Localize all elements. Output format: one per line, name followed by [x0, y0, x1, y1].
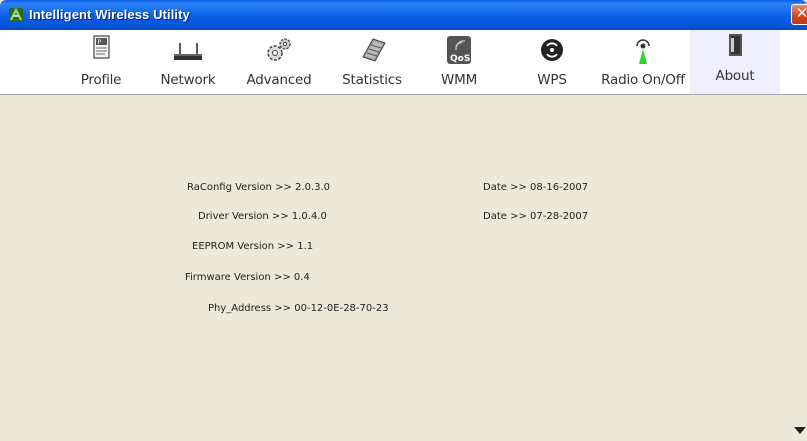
statistics-icon	[362, 38, 386, 62]
tab-advanced-label: Advanced	[246, 72, 312, 88]
main-toolbar: P Profile Network Advanced Statistics Qo…	[0, 30, 807, 95]
eeprom-version-row: EEPROM Version >> 1.1	[192, 241, 313, 252]
driver-date-value: 07-28-2007	[530, 211, 589, 222]
network-icon	[174, 43, 202, 60]
profile-icon: P	[93, 35, 110, 59]
firmware-version-row: Firmware Version >> 0.4	[185, 272, 310, 283]
close-icon: ✕	[795, 4, 807, 22]
eeprom-version-value: 1.1	[297, 241, 314, 252]
window-title: Intelligent Wireless Utility	[29, 7, 190, 22]
tab-wmm[interactable]: QoS WMM	[436, 30, 482, 94]
scroll-down-arrow-icon[interactable]	[794, 427, 806, 434]
tab-network[interactable]: Network	[152, 30, 224, 94]
tab-wps-label: WPS	[537, 72, 567, 88]
tab-wmm-label: WMM	[440, 72, 478, 88]
driver-version-row: Driver Version >> 1.0.4.0	[198, 211, 327, 222]
firmware-version-value: 0.4	[293, 272, 310, 283]
raconfig-date-label: Date >>	[483, 182, 527, 193]
tab-statistics[interactable]: Statistics	[332, 30, 412, 94]
raconfig-version-value: 2.0.3.0	[295, 182, 331, 193]
raconfig-date-value: 08-16-2007	[530, 182, 589, 193]
tab-network-label: Network	[160, 72, 216, 88]
raconfig-version-label: RaConfig Version >>	[187, 182, 292, 193]
radio-icon	[636, 39, 650, 64]
firmware-version-label: Firmware Version >>	[185, 272, 291, 283]
tab-wps[interactable]: WPS	[527, 30, 577, 94]
about-icon	[729, 34, 742, 56]
tab-radio-onoff[interactable]: Radio On/Off	[595, 30, 691, 94]
phy-address-label: Phy_Address >>	[208, 303, 292, 314]
phy-address-row: Phy_Address >> 00-12-0E-28-70-23	[208, 303, 389, 314]
svg-text:P: P	[98, 39, 102, 46]
tab-profile-label: Profile	[80, 72, 122, 88]
advanced-icon	[267, 38, 291, 61]
tab-advanced[interactable]: Advanced	[241, 30, 317, 94]
close-button[interactable]: ✕	[791, 4, 807, 25]
phy-address-value: 00-12-0E-28-70-23	[294, 303, 389, 314]
wps-icon	[541, 39, 563, 61]
app-icon	[9, 8, 23, 22]
raconfig-date-row: Date >> 08-16-2007	[483, 182, 588, 193]
driver-date-label: Date >>	[483, 211, 527, 222]
tab-radio-label: Radio On/Off	[601, 72, 685, 88]
driver-version-label: Driver Version >>	[198, 211, 289, 222]
title-bar[interactable]: Intelligent Wireless Utility ✕	[0, 0, 807, 30]
tab-about[interactable]: About	[690, 30, 780, 94]
tab-profile[interactable]: P Profile	[68, 30, 134, 94]
driver-version-value: 1.0.4.0	[291, 211, 327, 222]
tab-statistics-label: Statistics	[342, 72, 402, 88]
driver-date-row: Date >> 07-28-2007	[483, 211, 588, 222]
wmm-qos-icon: QoS	[447, 36, 471, 64]
svg-text:QoS: QoS	[450, 54, 470, 64]
eeprom-version-label: EEPROM Version >>	[192, 241, 295, 252]
tab-about-label: About	[715, 68, 755, 84]
raconfig-version-row: RaConfig Version >> 2.0.3.0	[187, 182, 330, 193]
